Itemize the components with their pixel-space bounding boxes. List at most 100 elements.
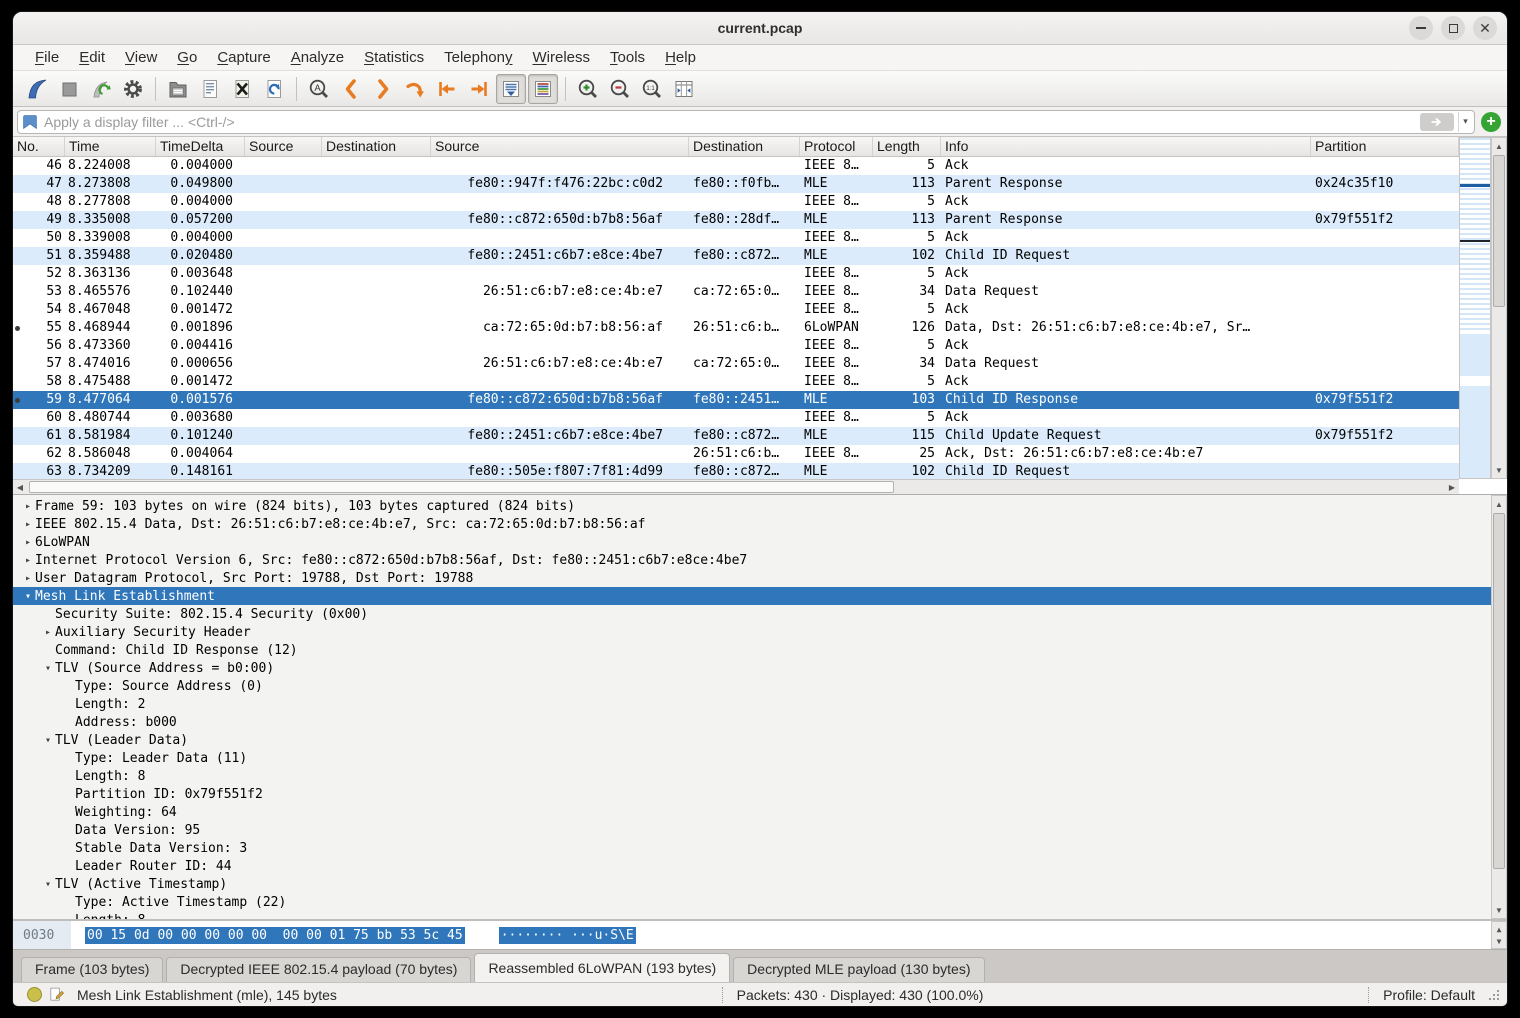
- menu-edit[interactable]: Edit: [69, 49, 115, 66]
- tree-row[interactable]: Length: 8: [13, 767, 1491, 785]
- expander-expanded-icon[interactable]: ▾: [41, 735, 55, 746]
- tree-row[interactable]: ▾Mesh Link Establishment: [13, 587, 1491, 605]
- intelligent-scrollbar-minimap[interactable]: [1459, 137, 1491, 479]
- hex-ascii-selected[interactable]: ········ ···u·S\E: [499, 927, 636, 944]
- byte-view-tab[interactable]: Decrypted MLE payload (130 bytes): [733, 957, 984, 982]
- menu-statistics[interactable]: Statistics: [354, 49, 434, 66]
- packet-row-60[interactable]: 608.4807440.003680IEEE 8…5Ack: [13, 409, 1459, 427]
- packet-row-47[interactable]: 478.2738080.049800fe80::947f:f476:22bc:c…: [13, 175, 1459, 193]
- menu-analyze[interactable]: Analyze: [281, 49, 354, 66]
- menu-help[interactable]: Help: [655, 49, 706, 66]
- menu-go[interactable]: Go: [167, 49, 207, 66]
- packet-row-55[interactable]: 558.4689440.001896ca:72:65:0d:b7:b8:56:a…: [13, 319, 1459, 337]
- zoom-in-button[interactable]: [573, 74, 603, 104]
- tree-row[interactable]: Command: Child ID Response (12): [13, 641, 1491, 659]
- packet-row-54[interactable]: 548.4670480.001472IEEE 8…5Ack: [13, 301, 1459, 319]
- tree-row[interactable]: Leader Router ID: 44: [13, 857, 1491, 875]
- auto-scroll-button[interactable]: [496, 74, 526, 104]
- hex-bytes-selected[interactable]: 00 15 0d 00 00 00 00 00 00 00 01 75 bb 5…: [85, 927, 465, 944]
- tree-row[interactable]: Partition ID: 0x79f551f2: [13, 785, 1491, 803]
- expander-collapsed-icon[interactable]: ▸: [21, 537, 35, 548]
- tree-row[interactable]: ▾TLV (Leader Data): [13, 731, 1491, 749]
- tree-row[interactable]: ▾TLV (Source Address = b0:00): [13, 659, 1491, 677]
- find-packet-button[interactable]: A: [304, 74, 334, 104]
- packet-row-56[interactable]: 568.4733600.004416IEEE 8…5Ack: [13, 337, 1459, 355]
- packet-row-50[interactable]: 508.3390080.004000IEEE 8…5Ack: [13, 229, 1459, 247]
- stop-capture-button[interactable]: [54, 74, 84, 104]
- expert-info-icon[interactable]: [27, 987, 42, 1002]
- scroll-up-arrow[interactable]: ▲: [1492, 139, 1506, 153]
- expander-collapsed-icon[interactable]: ▸: [21, 573, 35, 584]
- column-header-src1[interactable]: Source: [245, 137, 322, 156]
- byte-view-tab[interactable]: Reassembled 6LoWPAN (193 bytes): [474, 953, 730, 982]
- start-capture-button[interactable]: [22, 74, 52, 104]
- column-header-no[interactable]: No.: [13, 137, 65, 156]
- apply-filter-button[interactable]: [1420, 113, 1454, 131]
- restart-capture-button[interactable]: [86, 74, 116, 104]
- byte-view-tab[interactable]: Frame (103 bytes): [21, 957, 163, 982]
- menu-file[interactable]: File: [25, 49, 69, 66]
- menu-capture[interactable]: Capture: [207, 49, 280, 66]
- scroll-down-arrow[interactable]: ▼: [1492, 934, 1506, 948]
- packet-row-48[interactable]: 488.2778080.004000IEEE 8…5Ack: [13, 193, 1459, 211]
- tree-row[interactable]: Type: Leader Data (11): [13, 749, 1491, 767]
- tree-row[interactable]: Length: 2: [13, 695, 1491, 713]
- minimize-button[interactable]: [1409, 16, 1433, 40]
- scrollbar-thumb[interactable]: [1493, 155, 1505, 307]
- packet-row-53[interactable]: 538.4655760.10244026:51:c6:b7:e8:ce:4b:e…: [13, 283, 1459, 301]
- packet-list-hscrollbar[interactable]: ◀ ▶: [13, 479, 1459, 494]
- close-file-button[interactable]: [227, 74, 257, 104]
- profile-text[interactable]: Profile: Default: [1368, 987, 1475, 1003]
- capture-options-button[interactable]: [118, 74, 148, 104]
- packet-row-61[interactable]: 618.5819840.101240fe80::2451:c6b7:e8ce:4…: [13, 427, 1459, 445]
- packet-row-58[interactable]: 588.4754880.001472IEEE 8…5Ack: [13, 373, 1459, 391]
- hex-vscrollbar[interactable]: ▲ ▼: [1491, 921, 1507, 949]
- first-packet-button[interactable]: [432, 74, 462, 104]
- reload-file-button[interactable]: [259, 74, 289, 104]
- close-button[interactable]: ✕: [1473, 16, 1497, 40]
- menu-wireless[interactable]: Wireless: [523, 49, 601, 66]
- tree-row[interactable]: ▸Auxiliary Security Header: [13, 623, 1491, 641]
- packet-row-62[interactable]: 628.5860480.00406426:51:c6:b…IEEE 8…25Ac…: [13, 445, 1459, 463]
- add-filter-button[interactable]: +: [1481, 112, 1501, 132]
- expander-collapsed-icon[interactable]: ▸: [21, 555, 35, 566]
- go-to-packet-button[interactable]: [400, 74, 430, 104]
- scroll-down-arrow[interactable]: ▼: [1492, 903, 1506, 917]
- expander-expanded-icon[interactable]: ▾: [41, 879, 55, 890]
- expander-expanded-icon[interactable]: ▾: [21, 591, 35, 602]
- zoom-original-button[interactable]: 1:1: [637, 74, 667, 104]
- tree-row[interactable]: Weighting: 64: [13, 803, 1491, 821]
- column-header-dst1[interactable]: Destination: [322, 137, 431, 156]
- details-vscrollbar[interactable]: ▲ ▼: [1491, 495, 1507, 919]
- tree-row[interactable]: Type: Active Timestamp (22): [13, 893, 1491, 911]
- tree-row[interactable]: Address: b000: [13, 713, 1491, 731]
- maximize-button[interactable]: [1441, 16, 1465, 40]
- column-header-dst[interactable]: Destination: [689, 137, 800, 156]
- menu-tools[interactable]: Tools: [600, 49, 655, 66]
- zoom-out-button[interactable]: [605, 74, 635, 104]
- scroll-down-arrow[interactable]: ▼: [1492, 463, 1506, 477]
- tree-row[interactable]: ▸6LoWPAN: [13, 533, 1491, 551]
- packet-row-63[interactable]: 638.7342090.148161fe80::505e:f807:7f81:4…: [13, 463, 1459, 479]
- tree-row[interactable]: Data Version: 95: [13, 821, 1491, 839]
- column-header-delta[interactable]: TimeDelta: [156, 137, 245, 156]
- colorize-button[interactable]: [528, 74, 558, 104]
- tree-row[interactable]: Type: Source Address (0): [13, 677, 1491, 695]
- last-packet-button[interactable]: [464, 74, 494, 104]
- open-file-button[interactable]: [163, 74, 193, 104]
- packet-row-49[interactable]: 498.3350080.057200fe80::c872:650d:b7b8:5…: [13, 211, 1459, 229]
- menu-telephony[interactable]: Telephony: [434, 49, 522, 66]
- previous-packet-button[interactable]: [336, 74, 366, 104]
- expander-collapsed-icon[interactable]: ▸: [41, 627, 55, 638]
- expander-collapsed-icon[interactable]: ▸: [21, 519, 35, 530]
- filter-dropdown-caret[interactable]: ▾: [1458, 112, 1472, 132]
- scroll-left-arrow[interactable]: ◀: [13, 480, 27, 494]
- hex-line[interactable]: 0030 00 15 0d 00 00 00 00 00 00 00 01 75…: [13, 921, 1491, 949]
- column-header-src[interactable]: Source: [431, 137, 689, 156]
- bookmark-icon[interactable]: [20, 112, 40, 132]
- capture-comment-icon[interactable]: [48, 986, 65, 1003]
- expander-collapsed-icon[interactable]: ▸: [21, 501, 35, 512]
- resize-columns-button[interactable]: [669, 74, 699, 104]
- byte-view-tab[interactable]: Decrypted IEEE 802.15.4 payload (70 byte…: [166, 957, 471, 982]
- display-filter-input[interactable]: Apply a display filter ... <Ctrl-/> ▾: [17, 110, 1475, 134]
